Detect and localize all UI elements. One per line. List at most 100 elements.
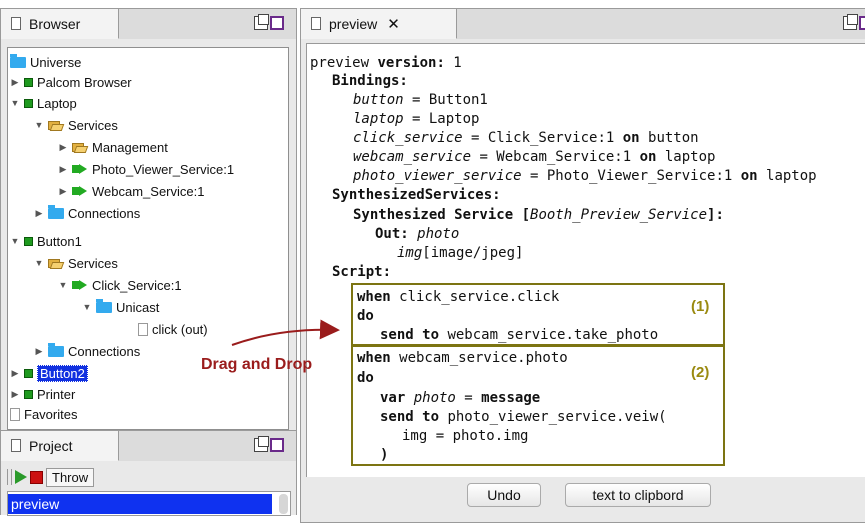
code-line: when click_service.click [357,289,560,305]
tree-item-unicast[interactable]: ▼ Unicast [82,297,159,317]
restore-icon[interactable] [254,14,269,30]
stop-icon[interactable] [30,470,43,484]
code-line: var photo = message [380,390,541,406]
undo-button[interactable]: Undo [467,483,541,507]
editor-tab-label: preview [329,15,378,32]
collapse-arrow-icon[interactable]: ▼ [58,280,68,290]
expand-arrow-icon[interactable]: ▶ [34,208,44,219]
tree-item-palcom-browser[interactable]: ▶ Palcom Browser [10,72,132,92]
code-line: do [357,308,374,324]
tree-item-button1[interactable]: ▼ Button1 [10,231,82,251]
folder-icon [10,53,26,68]
tree-item-photo-viewer-service[interactable]: ▶ Photo_Viewer_Service:1 [58,159,235,179]
code-line: webcam_service = Webcam_Service:1 on lap… [353,149,716,165]
tree-item-laptop-services[interactable]: ▼ Services [34,115,118,135]
text-to-clipboard-button[interactable]: text to clipbord [565,483,711,507]
throw-button[interactable]: Throw [46,467,95,487]
editor-tab[interactable]: preview ✕ [301,9,457,39]
code-line: SynthesizedServices: [332,187,501,203]
document-icon [311,17,321,30]
tree-item-laptop[interactable]: ▼ Laptop [10,93,77,113]
editor-tabbar: preview ✕ [301,9,865,39]
browser-tab[interactable]: Browser [1,9,119,39]
open-folder-icon [48,257,64,269]
tree-item-label: Connections [68,205,141,221]
tree-item-webcam-service[interactable]: ▶ Webcam_Service:1 [58,181,205,201]
tree-item-label: Services [68,117,118,133]
code-line: img = photo.img [402,428,529,444]
code-editor[interactable]: preview version: 1 Bindings: button = Bu… [306,43,865,477]
folder-icon [96,298,112,313]
node-icon [24,236,33,246]
tree-item-label: Button2 [37,364,88,382]
folder-icon [48,204,64,219]
collapse-arrow-icon[interactable]: ▼ [34,120,44,130]
collapse-arrow-icon[interactable]: ▼ [10,98,20,108]
restore-icon[interactable] [254,436,269,452]
collapse-arrow-icon[interactable]: ▼ [10,236,20,246]
tree-item-label: Universe [30,54,82,70]
tree-item-label: Connections [68,343,141,359]
tree-item-click-service[interactable]: ▼ Click_Service:1 [58,275,182,295]
maximize-icon[interactable] [270,16,284,30]
code-line: do [357,370,374,386]
expand-arrow-icon[interactable]: ▶ [10,368,20,379]
restore-icon[interactable] [843,14,858,30]
node-icon [24,98,33,108]
project-tabbar: Project [1,431,296,461]
code-line: send to webcam_service.take_photo [380,327,659,343]
collapse-arrow-icon[interactable]: ▼ [34,258,44,268]
document-icon [11,17,21,30]
collapse-arrow-icon[interactable]: ▼ [82,302,92,312]
tree-item-button1-connections[interactable]: ▶ Connections [34,341,140,361]
open-folder-icon [48,119,64,131]
tree-item-laptop-connections[interactable]: ▶ Connections [34,203,140,223]
service-icon [72,164,88,174]
project-tab[interactable]: Project [1,431,119,461]
browser-tabbar: Browser [1,9,296,39]
code-line: preview version: 1 [310,55,462,71]
expand-arrow-icon[interactable]: ▶ [10,389,20,400]
tree-item-management[interactable]: ▶ Management [58,137,168,157]
tree-item-click-out[interactable]: click (out) [138,319,208,339]
block-2-label: (2) [691,364,710,381]
code-line: Bindings: [332,73,408,89]
maximize-icon[interactable] [270,438,284,452]
folder-icon [48,342,64,357]
node-icon [24,77,33,87]
play-icon[interactable] [15,470,27,484]
expand-arrow-icon[interactable]: ▶ [58,142,68,153]
editor-pane: preview ✕ preview version: 1 Bindings: b… [300,8,865,523]
code-line: Synthesized Service [Booth_Preview_Servi… [353,207,724,223]
tree-item-label: Unicast [116,299,160,315]
code-line: laptop = Laptop [353,111,480,127]
page-icon [10,407,20,421]
tree-item-universe[interactable]: Universe [10,52,81,72]
code-line: send to photo_viewer_service.veiw( [380,409,667,425]
project-list-item[interactable]: preview [8,494,272,514]
tree-item-label: Webcam_Service:1 [92,183,205,199]
code-line: button = Button1 [353,92,488,108]
code-line: ) [380,447,389,463]
tree-item-label: Printer [37,386,76,402]
expand-arrow-icon[interactable]: ▶ [10,77,20,88]
close-icon[interactable]: ✕ [387,15,400,33]
tree-item-button2[interactable]: ▶ Button2 [10,363,88,383]
tree-item-label: Favorites [24,406,78,422]
expand-arrow-icon[interactable]: ▶ [34,346,44,357]
document-icon [11,439,21,452]
tree-item-label: Click_Service:1 [92,277,182,293]
tree-item-favorites[interactable]: Favorites [10,404,77,424]
expand-arrow-icon[interactable]: ▶ [58,186,68,197]
open-folder-icon [72,141,88,153]
drag-drop-label: Drag and Drop [201,356,313,373]
tree-item-label: Management [92,139,168,155]
tree-item-button1-services[interactable]: ▼ Services [34,253,118,273]
code-line: photo_viewer_service = Photo_Viewer_Serv… [353,168,817,184]
expand-arrow-icon[interactable]: ▶ [58,164,68,175]
editor-window-buttons [843,14,865,30]
tree-item-printer[interactable]: ▶ Printer [10,384,76,404]
maximize-icon[interactable] [859,16,865,30]
code-line: Script: [332,264,392,280]
project-scrollbar[interactable] [279,494,288,514]
